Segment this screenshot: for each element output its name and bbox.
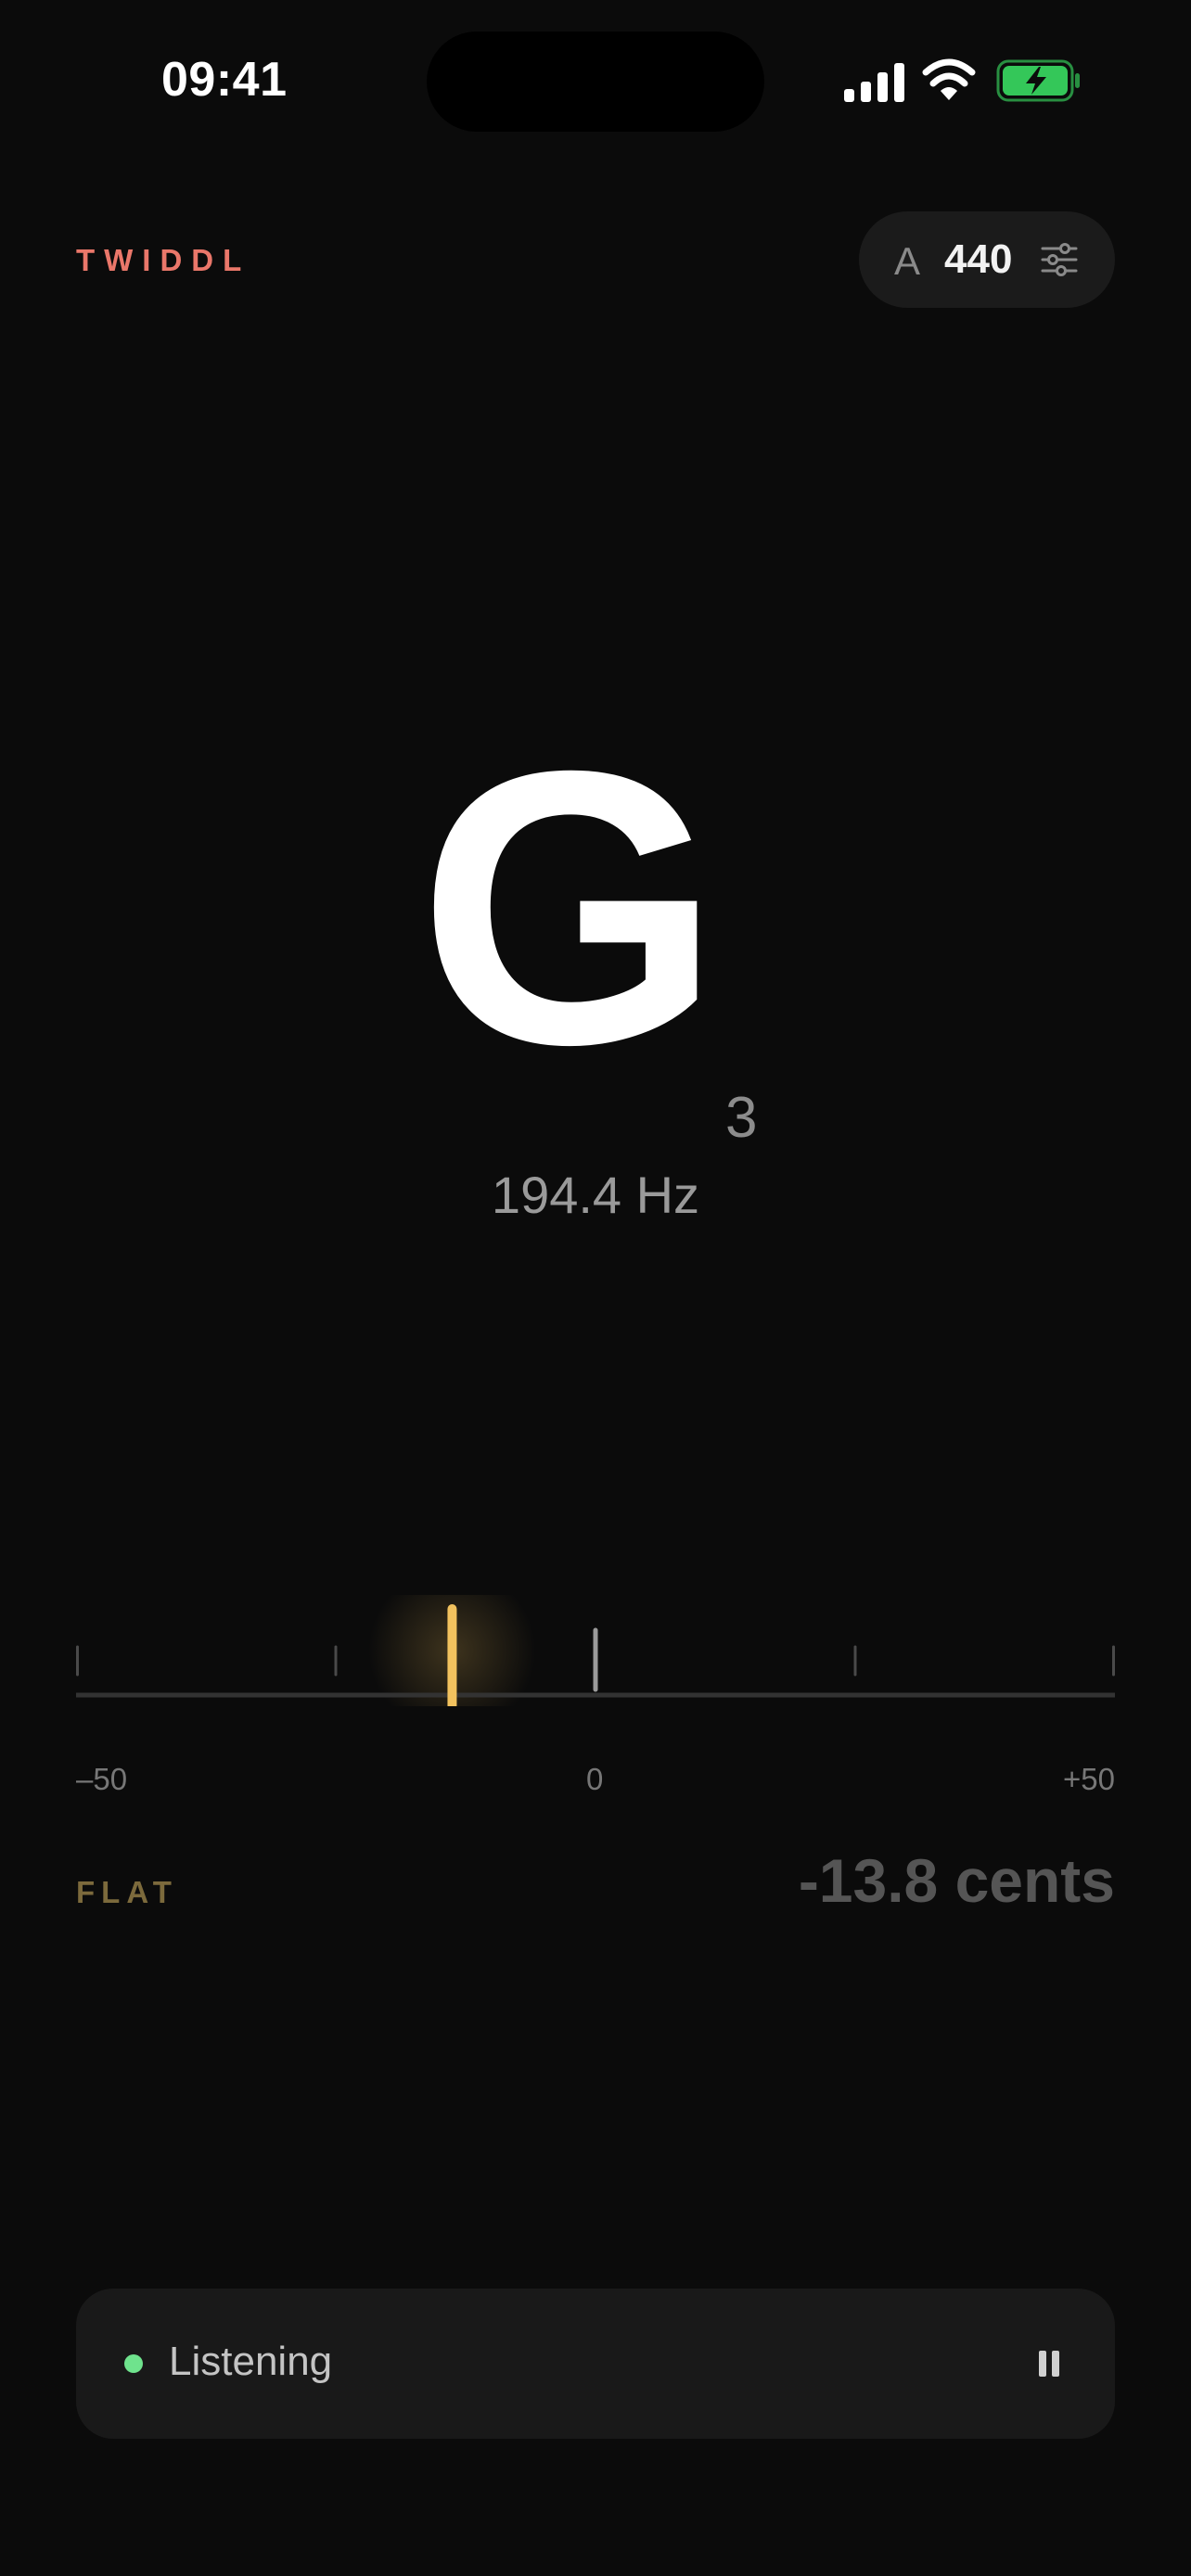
signal-icon: [844, 63, 904, 102]
pause-button[interactable]: [1020, 2335, 1078, 2392]
status-bar: 09:41: [0, 0, 1191, 167]
detected-octave: 3: [725, 1086, 758, 1150]
brand-logo-text: TWIDDL: [76, 243, 251, 277]
reference-pitch-value: 440: [944, 236, 1013, 282]
tuning-meter-graphic: [76, 1595, 1115, 1706]
cents-offset: -13.8 cents: [798, 1846, 1115, 1915]
battery-charging-icon: [996, 59, 1080, 102]
detected-frequency: 194.4 Hz: [491, 1166, 700, 1224]
meter-min-label: –50: [76, 1762, 128, 1796]
wifi-icon: [922, 58, 976, 100]
tuning-direction: FLAT: [76, 1875, 178, 1909]
listening-indicator-dot: [124, 2354, 143, 2373]
dynamic-island: [427, 32, 764, 132]
meter-max-label: +50: [1063, 1762, 1115, 1796]
meter-needle: [447, 1604, 457, 1706]
status-time: 09:41: [161, 53, 288, 107]
sliders-icon: [1041, 243, 1078, 276]
pause-icon: [1039, 2351, 1059, 2377]
detected-note: G: [417, 691, 722, 1126]
listening-label: Listening: [169, 2339, 333, 2384]
tuning-meter: [76, 1595, 1115, 1706]
reference-note-label: A: [894, 239, 921, 283]
meter-zero-label: 0: [586, 1762, 604, 1796]
reference-pitch-button[interactable]: A 440: [859, 211, 1115, 308]
listening-status-bar: Listening: [76, 2289, 1115, 2439]
